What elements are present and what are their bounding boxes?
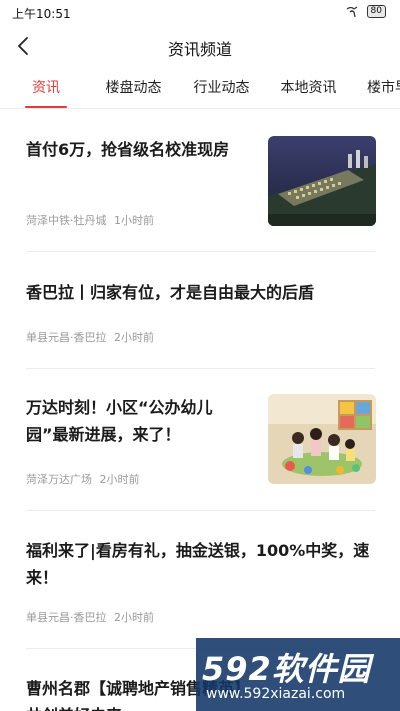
article-item[interactable]: 香巴拉丨归家有位，才是自由最大的后盾 单县元昌·香巴拉 2小时前: [26, 279, 376, 345]
divider: [26, 510, 375, 511]
article-time: 2小时前: [114, 611, 154, 624]
battery-icon: 80: [366, 5, 386, 18]
article-title: 福利来了|看房有礼，抽金送银，100%中奖，速 来！: [26, 537, 376, 591]
kindergarten-image: [268, 394, 376, 484]
tab-industry-news[interactable]: 行业动态: [193, 70, 250, 108]
watermark: 592软件园 www.592xiazai.com: [196, 638, 400, 711]
article-time: 2小时前: [99, 473, 140, 486]
tab-local-news[interactable]: 本地资讯: [280, 70, 337, 108]
divider: [26, 368, 375, 369]
article-title-line: 来！: [26, 568, 59, 587]
article-time: 1小时前: [114, 214, 154, 227]
article-title: 万达时刻！小区“公办幼儿 园”最新进展，来了！: [26, 394, 256, 448]
watermark-url: www.592xiazai.com: [206, 686, 346, 702]
tab-news[interactable]: 资讯: [25, 70, 67, 108]
article-meta: 单县元昌·香巴拉 2小时前: [26, 329, 158, 345]
article-title-line: 福利来了|看房有礼，抽金送银，100%中奖，速: [26, 541, 370, 560]
news-channel-screen: 上午10:51 80 资讯频道 资讯 楼盘动态 行业动态 本地资讯 楼市早 首付…: [0, 0, 400, 711]
status-icons: 80: [345, 5, 386, 18]
article-meta: 菏泽中铁·牡丹城 1小时前: [26, 212, 158, 228]
title-bar: 资讯频道: [0, 24, 400, 68]
article-title: 香巴拉丨归家有位，才是自由最大的后盾: [26, 283, 315, 302]
wind-icon: [346, 5, 357, 17]
article-meta: 单县元昌·香巴拉 2小时前: [26, 609, 158, 625]
status-time: 上午10:51: [12, 7, 71, 21]
tab-market-morning[interactable]: 楼市早: [367, 70, 400, 108]
article-title-line: 园”最新进展，来了！: [26, 425, 181, 444]
article-item[interactable]: 首付6万，抢省级名校准现房 菏泽中铁·牡丹城 1小时前: [26, 136, 376, 228]
article-item[interactable]: 福利来了|看房有礼，抽金送银，100%中奖，速 来！ 单县元昌·香巴拉 2小时前: [26, 537, 376, 625]
watermark-brand: 592软件园: [202, 650, 371, 688]
article-thumbnail: [268, 394, 376, 484]
status-bar: 上午10:51 80: [0, 0, 400, 24]
article-title: 首付6万，抢省级名校准现房: [26, 140, 230, 159]
article-time: 2小时前: [114, 331, 154, 344]
article-source: 单县元昌·香巴拉: [26, 331, 107, 344]
article-source: 菏泽万达广场: [26, 473, 92, 486]
tabs-divider: [0, 108, 400, 109]
article-thumbnail: [268, 136, 376, 226]
aerial-city-image: [268, 136, 376, 226]
article-meta: 菏泽万达广场 2小时前: [26, 471, 144, 487]
article-item[interactable]: 万达时刻！小区“公办幼儿 园”最新进展，来了！ 菏泽万达广场 2小时前: [26, 394, 376, 486]
article-source: 单县元昌·香巴拉: [26, 611, 107, 624]
tab-property-updates[interactable]: 楼盘动态: [105, 70, 162, 108]
category-tabs: 资讯 楼盘动态 行业动态 本地资讯 楼市早: [0, 70, 400, 108]
page-title: 资讯频道: [167, 40, 232, 59]
divider: [26, 251, 375, 252]
article-source: 菏泽中铁·牡丹城: [26, 214, 107, 227]
article-title-line: 万达时刻！小区“公办幼儿: [26, 398, 213, 417]
